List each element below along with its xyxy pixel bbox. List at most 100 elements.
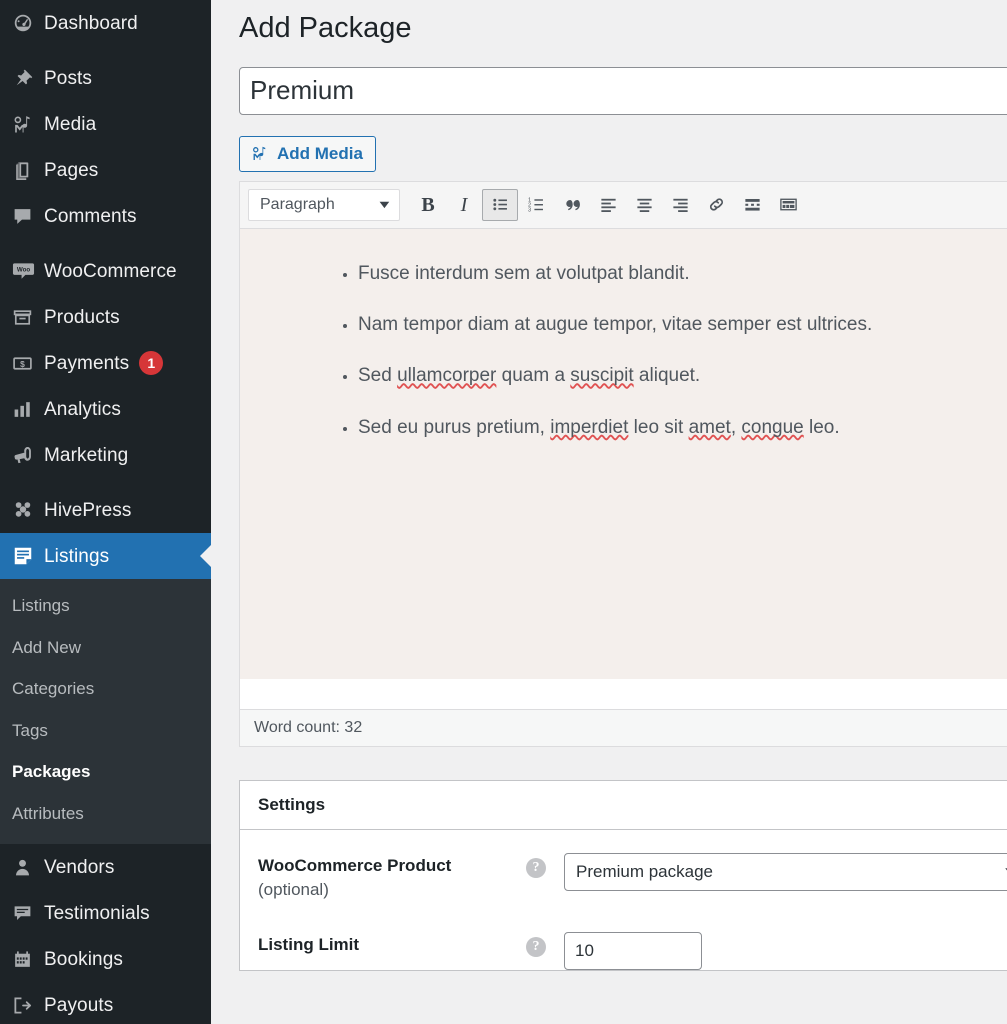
read-more-button[interactable] <box>734 189 770 221</box>
blockquote-button[interactable] <box>554 189 590 221</box>
sidebar-item-vendors[interactable]: Vendors <box>0 844 211 890</box>
sidebar-item-pages[interactable]: Pages <box>0 147 211 193</box>
sidebar-item-label: Posts <box>44 69 92 88</box>
field-label-main: Listing Limit <box>258 933 526 958</box>
submenu-item-categories[interactable]: Categories <box>0 668 211 710</box>
sidebar-item-label: Comments <box>44 207 137 226</box>
sidebar-item-label: Vendors <box>44 858 114 877</box>
link-button[interactable] <box>698 189 734 221</box>
help-icon[interactable]: ? <box>526 858 546 878</box>
bold-button[interactable]: B <box>410 189 446 221</box>
numbered-list-button[interactable]: 123 <box>518 189 554 221</box>
align-right-button[interactable] <box>662 189 698 221</box>
svg-text:$: $ <box>20 359 25 369</box>
toolbar-toggle-button[interactable] <box>770 189 806 221</box>
sidebar-item-posts[interactable]: Posts <box>0 55 211 101</box>
sidebar-divider <box>0 478 211 487</box>
payments-icon: $ <box>12 351 44 375</box>
submenu-item-attributes[interactable]: Attributes <box>0 793 211 835</box>
editor-toolbar: Paragraph ▼ B I 123 <box>240 182 1007 229</box>
products-icon <box>12 305 44 329</box>
settings-metabox: Settings WooCommerce Product (optional) … <box>239 780 1007 971</box>
submenu-item-packages[interactable]: Packages <box>0 751 211 793</box>
add-media-button[interactable]: Add Media <box>239 136 376 172</box>
add-media-label: Add Media <box>277 145 363 162</box>
sidebar-item-label: Analytics <box>44 400 121 419</box>
align-left-button[interactable] <box>590 189 626 221</box>
sidebar-group-hivepress: HivePress Listings <box>0 487 211 579</box>
sidebar-item-marketing[interactable]: Marketing <box>0 432 211 478</box>
main-content: Add Package Add Media Paragraph ▼ B <box>211 0 1007 1024</box>
sidebar-item-label: Payouts <box>44 996 113 1015</box>
pages-icon <box>12 158 44 182</box>
page-title: Add Package <box>239 0 1007 54</box>
settings-title: Settings <box>258 795 325 815</box>
sidebar-item-label: Payments <box>44 354 129 373</box>
help-icon[interactable]: ? <box>526 937 546 957</box>
sidebar-item-media[interactable]: Media <box>0 101 211 147</box>
list-item: Fusce interdum sem at volutpat blandit. <box>358 259 1007 289</box>
listings-icon <box>12 544 44 568</box>
submenu-item-listings[interactable]: Listings <box>0 585 211 627</box>
sidebar-item-label: Listings <box>44 547 109 566</box>
listing-limit-input[interactable] <box>564 932 702 970</box>
paragraph-format-select[interactable]: Paragraph ▼ <box>248 189 400 221</box>
quote-icon <box>563 195 582 214</box>
field-row-woocommerce-product: WooCommerce Product (optional) ? Premium… <box>240 830 1007 903</box>
align-right-icon <box>671 195 690 214</box>
submenu-item-tags[interactable]: Tags <box>0 710 211 752</box>
sidebar-item-payments[interactable]: $ Payments 1 <box>0 340 211 386</box>
woocommerce-product-select[interactable]: Premium package ▼ <box>564 853 1007 891</box>
align-center-button[interactable] <box>626 189 662 221</box>
dashboard-icon <box>12 11 44 35</box>
content-list: Fusce interdum sem at volutpat blandit. … <box>340 259 1007 444</box>
media-icon <box>12 112 44 136</box>
comment-icon <box>12 204 44 228</box>
sidebar-item-payouts[interactable]: Payouts <box>0 982 211 1024</box>
sidebar-item-label: HivePress <box>44 501 131 520</box>
media-icon <box>251 145 268 162</box>
sidebar-item-products[interactable]: Products <box>0 294 211 340</box>
package-title-input[interactable] <box>239 67 1007 115</box>
bulleted-list-icon <box>491 195 510 214</box>
sidebar-item-hivepress[interactable]: HivePress <box>0 487 211 533</box>
sidebar-item-listings[interactable]: Listings <box>0 533 211 579</box>
bulleted-list-button[interactable] <box>482 189 518 221</box>
list-item: Nam tempor diam at augue tempor, vitae s… <box>358 310 1007 340</box>
sidebar-item-testimonials[interactable]: Testimonials <box>0 890 211 936</box>
sidebar-item-label: Dashboard <box>44 14 138 33</box>
admin-sidebar: Dashboard Posts Media Pages <box>0 0 211 1024</box>
field-row-listing-limit: Listing Limit ? <box>240 903 1007 970</box>
link-icon <box>707 195 726 214</box>
sidebar-group-content: Posts Media Pages Comments <box>0 55 211 239</box>
numbered-list-icon: 123 <box>527 195 546 214</box>
chevron-down-icon: ▼ <box>1002 866 1007 877</box>
word-count-status: Word count: 32 <box>240 709 1007 746</box>
italic-button[interactable]: I <box>446 189 482 221</box>
sidebar-item-bookings[interactable]: Bookings <box>0 936 211 982</box>
align-center-icon <box>635 195 654 214</box>
sidebar-item-woocommerce[interactable]: Woo WooCommerce <box>0 248 211 294</box>
sidebar-divider <box>0 46 211 55</box>
hivepress-icon <box>12 498 44 522</box>
sidebar-item-analytics[interactable]: Analytics <box>0 386 211 432</box>
payouts-icon <box>12 993 44 1017</box>
editor-content-area[interactable]: Fusce interdum sem at volutpat blandit. … <box>240 229 1007 679</box>
submenu-item-add-new[interactable]: Add New <box>0 627 211 669</box>
wordpress-admin-screen: Dashboard Posts Media Pages <box>0 0 1007 1024</box>
sidebar-group-extras: Vendors Testimonials Bookings Payouts <box>0 844 211 1024</box>
svg-text:Woo: Woo <box>17 266 31 273</box>
sidebar-item-comments[interactable]: Comments <box>0 193 211 239</box>
keyboard-icon <box>779 195 798 214</box>
list-item: Sed eu purus pretium, imperdiet leo sit … <box>358 413 1007 443</box>
listings-submenu: Listings Add New Categories Tags Package… <box>0 579 211 844</box>
sidebar-item-label: Pages <box>44 161 98 180</box>
align-left-icon <box>599 195 618 214</box>
analytics-icon <box>12 397 44 421</box>
field-label: Listing Limit <box>258 932 526 958</box>
list-item: Sed ullamcorper quam a suscipit aliquet. <box>358 361 1007 391</box>
sidebar-item-label: WooCommerce <box>44 262 177 281</box>
sidebar-group-dashboard: Dashboard <box>0 0 211 46</box>
woocommerce-product-value: Premium package <box>576 862 713 882</box>
sidebar-item-dashboard[interactable]: Dashboard <box>0 0 211 46</box>
